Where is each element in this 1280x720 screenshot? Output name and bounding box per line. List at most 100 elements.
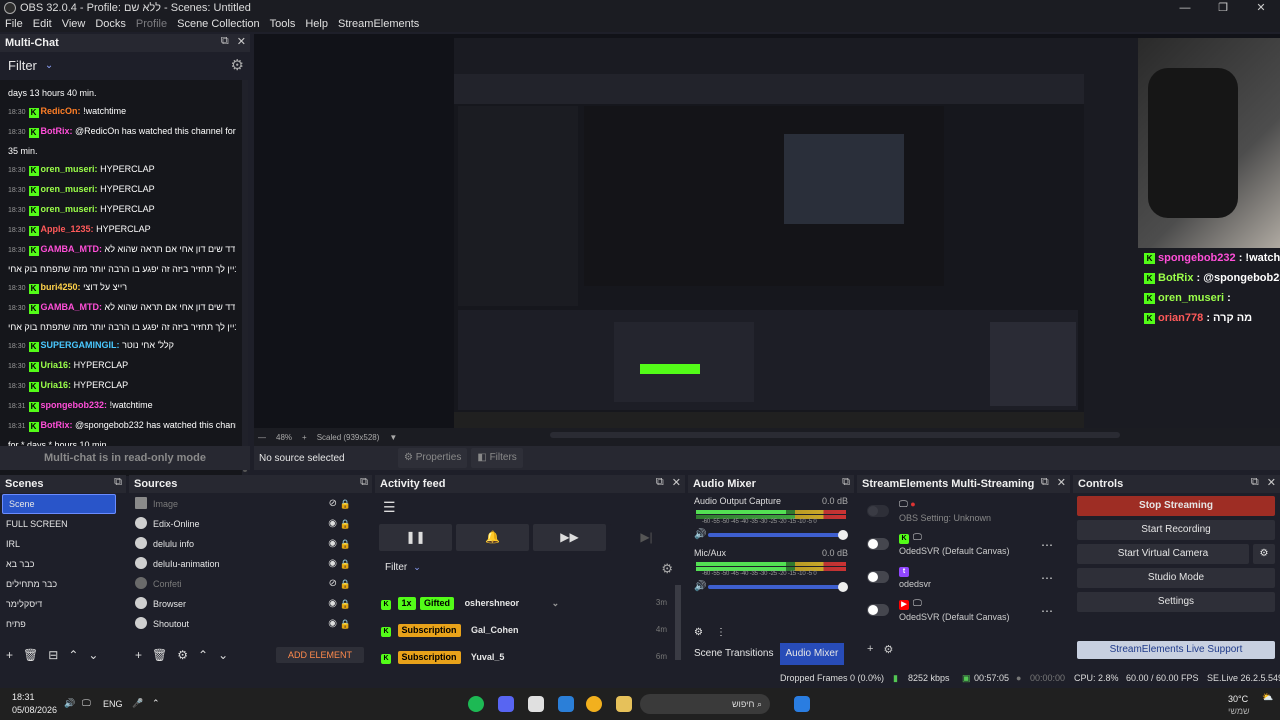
float-icon[interactable]: ⧉ — [842, 476, 850, 489]
source-item[interactable]: Image ⊘ 🔒 — [129, 494, 365, 514]
language-indicator[interactable]: ENG — [103, 699, 123, 709]
filters-button[interactable]: ◧ Filters — [471, 448, 523, 468]
more-horizontal-icon[interactable]: ⋯ — [1041, 604, 1053, 618]
menu-scene-collection[interactable]: Scene Collection — [172, 18, 265, 30]
microphone-icon[interactable]: 🎤 — [132, 698, 143, 709]
close-icon[interactable]: ✕ — [672, 476, 681, 489]
zoom-plus-icon[interactable]: + — [302, 433, 307, 442]
volume-slider[interactable] — [708, 582, 848, 592]
float-icon[interactable]: ⧉ — [1251, 476, 1259, 489]
se-live-support-button[interactable]: StreamElements Live Support — [1077, 641, 1275, 659]
speaker-icon[interactable]: 🔊 — [694, 581, 706, 592]
menu-profile[interactable]: Profile — [131, 18, 172, 30]
more-horizontal-icon[interactable]: ⋯ — [1041, 538, 1053, 552]
gear-icon[interactable]: ⚙ — [177, 648, 188, 662]
start-virtual-camera-button[interactable]: Start Virtual Camera — [1077, 544, 1249, 564]
output-toggle[interactable] — [867, 571, 889, 583]
properties-button[interactable]: ⚙ Properties — [398, 448, 468, 468]
chevron-up-icon[interactable]: ⌃ — [152, 698, 160, 709]
scene-item[interactable]: IRL — [0, 534, 118, 554]
float-icon[interactable]: ⧉ — [656, 476, 664, 489]
multichat-filter[interactable]: Filter ⌄ ⚙ — [0, 52, 250, 78]
source-item[interactable]: Confeti ⊘ 🔒 — [129, 574, 365, 594]
eye-icon[interactable]: ◉ — [328, 514, 337, 534]
add-element-button[interactable]: ADD ELEMENT — [275, 647, 364, 663]
source-item[interactable]: delulu info ◉ 🔒 — [129, 534, 365, 554]
add-icon[interactable]: + — [135, 648, 142, 662]
windows-start-icon[interactable] — [794, 696, 810, 712]
virtual-camera-settings-icon[interactable]: ⚙ — [1253, 544, 1275, 564]
source-item[interactable]: Shoutout ◉ 🔒 — [129, 614, 365, 634]
taskbar-search[interactable]: חיפוש ⌕ — [640, 694, 770, 714]
speaker-icon[interactable]: 🔊 — [64, 698, 75, 709]
minimize-button[interactable]: — — [1166, 0, 1204, 16]
skip-icon[interactable]: ▶▶ — [533, 524, 606, 551]
eye-hidden-icon[interactable]: ⊘ — [329, 494, 337, 514]
lock-icon[interactable]: 🔒 — [340, 574, 351, 594]
menu-edit[interactable]: Edit — [28, 18, 57, 30]
eye-hidden-icon[interactable]: ⊘ — [329, 574, 337, 594]
trash-icon[interactable]: 🗑 — [152, 648, 167, 662]
preview-scrollbar[interactable] — [550, 432, 1120, 438]
close-icon[interactable]: ✕ — [237, 35, 246, 48]
gear-icon[interactable]: ⚙ — [231, 56, 244, 74]
activity-item[interactable]: K Subscription Yuval_5 6m — [381, 647, 671, 667]
speaker-icon[interactable]: 🔊 — [694, 529, 706, 540]
lock-icon[interactable]: 🔒 — [340, 494, 351, 514]
float-icon[interactable]: ⧉ — [1041, 476, 1049, 489]
more-horizontal-icon[interactable]: ⋯ — [1041, 571, 1053, 585]
notepad-icon[interactable] — [558, 696, 574, 712]
menu-view[interactable]: View — [57, 18, 91, 30]
scene-item[interactable]: Scene — [2, 494, 116, 514]
scene-item[interactable]: FULL SCREEN — [0, 514, 118, 534]
output-toggle[interactable] — [867, 538, 889, 550]
scene-item[interactable]: כבר בא — [0, 554, 118, 574]
weather-temp[interactable]: 30°C — [1228, 694, 1248, 704]
menu-help[interactable]: Help — [300, 18, 333, 30]
source-item[interactable]: deluIu-animation ◉ 🔒 — [129, 554, 365, 574]
studio-mode-button[interactable]: Studio Mode — [1077, 568, 1275, 588]
lock-icon[interactable]: 🔒 — [340, 554, 351, 574]
weather-icon[interactable]: ⛅ — [1262, 692, 1273, 703]
pause-icon[interactable]: ❚❚ — [379, 524, 452, 551]
chevron-up-icon[interactable]: ⌃ — [68, 648, 78, 662]
gear-icon[interactable]: ⚙ — [883, 643, 893, 661]
menu-file[interactable]: File — [0, 18, 28, 30]
activity-item[interactable]: K 1x Gifted oshershneor ⌄ 3m — [381, 593, 671, 613]
float-icon[interactable]: ⧉ — [360, 476, 368, 489]
float-icon[interactable]: ⧉ — [114, 476, 122, 489]
eye-icon[interactable]: ◉ — [328, 614, 337, 634]
float-icon[interactable]: ⧉ — [221, 35, 229, 48]
gear-icon[interactable]: ⚙ — [694, 627, 703, 638]
add-icon[interactable]: + — [6, 648, 13, 662]
lock-icon[interactable]: 🔒 — [340, 614, 351, 634]
start-recording-button[interactable]: Start Recording — [1077, 520, 1275, 540]
menu-streamelements[interactable]: StreamElements — [333, 18, 424, 30]
discord-icon[interactable] — [498, 696, 514, 712]
next-icon[interactable]: ▶| — [610, 524, 683, 551]
minus-zoom-icon[interactable]: — — [258, 433, 266, 442]
gear-icon[interactable]: ⚙ — [661, 561, 673, 577]
scene-filter-icon[interactable]: ⊟ — [48, 648, 58, 662]
chevron-up-icon[interactable]: ⌃ — [198, 648, 208, 662]
lock-icon[interactable]: 🔒 — [340, 514, 351, 534]
spotify-icon[interactable] — [468, 696, 484, 712]
chevron-down-icon[interactable]: ⌄ — [552, 598, 560, 608]
output-toggle[interactable] — [867, 604, 889, 616]
menu-tools[interactable]: Tools — [265, 18, 301, 30]
chevron-down-icon[interactable]: ⌄ — [88, 648, 98, 662]
caret-down-icon[interactable]: ▼ — [389, 433, 397, 442]
stop-streaming-button[interactable]: Stop Streaming — [1077, 496, 1275, 516]
chevron-down-icon[interactable]: ⌄ — [218, 648, 228, 662]
clock-time[interactable]: 18:31 — [12, 692, 35, 702]
scene-item[interactable]: פתיח — [0, 614, 118, 634]
volume-slider[interactable] — [708, 530, 848, 540]
preview-area[interactable]: Kspongebob232 : !watchtimeKBotRix : @spo… — [254, 34, 1280, 446]
eye-icon[interactable]: ◉ — [328, 534, 337, 554]
lock-icon[interactable]: 🔒 — [340, 534, 351, 554]
source-item[interactable]: Edix-Online ◉ 🔒 — [129, 514, 365, 534]
weather-desc[interactable]: שמשי — [1228, 706, 1250, 716]
close-icon[interactable]: ✕ — [1267, 476, 1276, 489]
activity-scrollbar[interactable] — [675, 585, 681, 660]
bell-icon[interactable]: 🔔 — [456, 524, 529, 551]
